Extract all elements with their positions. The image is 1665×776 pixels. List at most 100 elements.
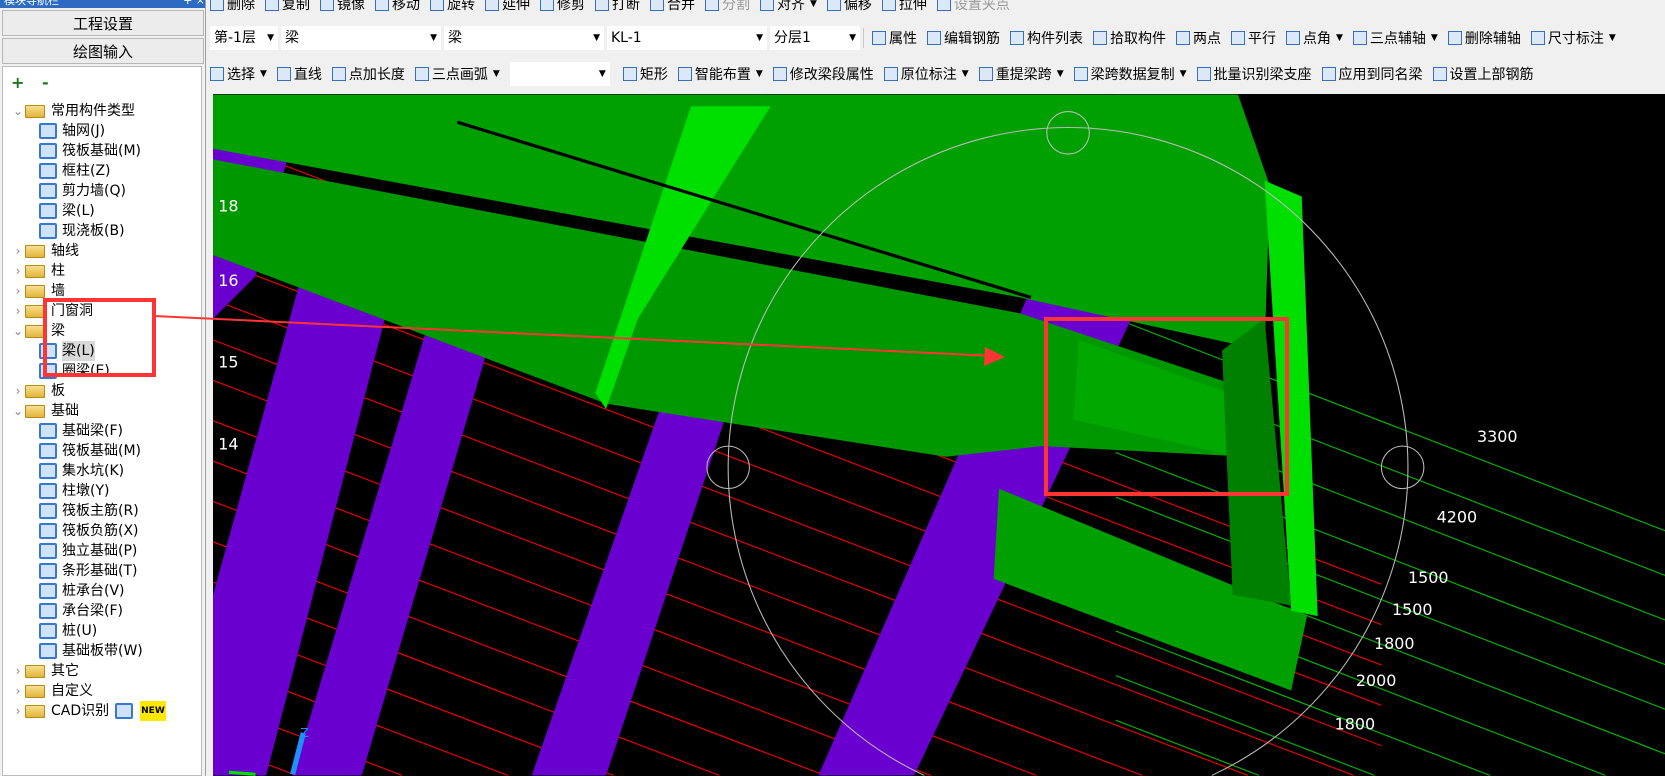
tree-item[interactable]: 圈梁(E) — [39, 361, 110, 381]
tree-item[interactable]: › CAD识别 NEW — [11, 701, 166, 721]
toolbar-button[interactable]: 原位标注 ▼ — [883, 64, 969, 84]
chevron-down-icon[interactable]: ⌄ — [11, 401, 25, 421]
toolbar-button[interactable]: 拾取构件 — [1093, 28, 1166, 48]
dropdown-arrow-icon[interactable]: ▼ — [260, 69, 267, 79]
toolbar-button[interactable]: 三点画弧 ▼ — [414, 64, 500, 84]
chevron-down-icon[interactable]: ⌄ — [11, 321, 25, 341]
toolbar-button[interactable]: 对齐 ▼ — [760, 0, 817, 14]
toolbar-button[interactable]: 直线 — [276, 64, 322, 84]
toolbar-button[interactable]: 复制 — [265, 0, 310, 14]
toolbar-button[interactable]: 构件列表 — [1010, 28, 1083, 48]
chevron-right-icon[interactable]: › — [11, 681, 25, 701]
component-select[interactable]: 第-1层 ▼ — [210, 26, 278, 50]
toolbar-button[interactable]: 两点 — [1176, 28, 1221, 48]
panel-pin-close[interactable]: + × — [183, 0, 205, 8]
component-select[interactable]: KL-1 ▼ — [607, 26, 767, 50]
dropdown-arrow-icon[interactable]: ▼ — [1057, 69, 1064, 79]
arc-mode-select[interactable]: ▼ — [509, 62, 610, 86]
tree-item[interactable]: 承台梁(F) — [39, 601, 123, 621]
toolbar-button[interactable]: ▼ — [509, 62, 613, 86]
tree-item[interactable]: 基础梁(F) — [39, 421, 123, 441]
tree-item[interactable]: › 板 — [11, 381, 65, 401]
toolbar-button[interactable]: 批量识别梁支座 — [1196, 64, 1312, 84]
component-select[interactable]: 梁 ▼ — [281, 26, 441, 50]
dropdown-arrow-icon[interactable]: ▼ — [1180, 69, 1187, 79]
toolbar-button[interactable]: 应用到同名梁 — [1321, 64, 1423, 84]
tree-item[interactable]: 剪力墙(Q) — [39, 181, 126, 201]
chevron-right-icon[interactable]: › — [11, 301, 25, 321]
toolbar-button[interactable]: 修剪 — [540, 0, 585, 14]
toolbar-button[interactable]: 点角 ▼ — [1286, 28, 1343, 48]
tree-item[interactable]: ⌄ 常用构件类型 — [11, 101, 135, 121]
dropdown-arrow-icon[interactable]: ▼ — [1336, 33, 1343, 43]
dropdown-arrow-icon[interactable]: ▼ — [1431, 33, 1438, 43]
tree-item[interactable]: ⌄ 基础 — [11, 401, 79, 421]
dropdown-arrow-icon[interactable]: ▼ — [810, 0, 817, 9]
tree-item[interactable]: 梁(L) — [39, 341, 95, 361]
expand-collapse-all-icon[interactable]: + - — [11, 73, 55, 92]
dropdown-arrow-icon[interactable]: ▼ — [1609, 33, 1616, 43]
tree-item[interactable]: › 轴线 — [11, 241, 79, 261]
tree-item[interactable]: 桩(U) — [39, 621, 97, 641]
3d-drawing-canvas[interactable]: 18 16 15 14 3300 4200 1500 1500 1800 200… — [213, 94, 1665, 776]
tree-item[interactable]: 框柱(Z) — [39, 161, 111, 181]
toolbar-button[interactable]: 分割 — [705, 0, 750, 14]
drawing-input-button[interactable]: 绘图输入 — [2, 38, 204, 64]
toolbar-button[interactable]: 设置夹点 — [936, 0, 1010, 14]
toolbar-button[interactable]: 拉伸 — [881, 0, 927, 14]
toolbar-button[interactable]: 镜像 — [320, 0, 365, 14]
toolbar-button[interactable]: 矩形 — [622, 64, 668, 84]
component-select[interactable]: 分层1 ▼ — [770, 26, 860, 50]
toolbar-button[interactable]: 修改梁段属性 — [772, 64, 874, 84]
project-settings-button[interactable]: 工程设置 — [2, 10, 204, 36]
tree-item[interactable]: 筏板基础(M) — [39, 441, 141, 461]
dropdown-arrow-icon[interactable]: ▼ — [756, 69, 763, 79]
tree-item[interactable]: › 墙 — [11, 281, 65, 301]
chevron-right-icon[interactable]: › — [11, 661, 25, 681]
dropdown-arrow-icon[interactable]: ▼ — [493, 69, 500, 79]
tree-item[interactable]: 独立基础(P) — [39, 541, 137, 561]
chevron-right-icon[interactable]: › — [11, 241, 25, 261]
tree-item[interactable]: › 门窗洞 — [11, 301, 93, 321]
toolbar-button[interactable]: 选择 ▼ — [210, 64, 267, 84]
chevron-right-icon[interactable]: › — [11, 261, 25, 281]
toolbar-button[interactable]: 梁跨数据复制 ▼ — [1073, 64, 1187, 84]
toolbar-button[interactable]: 三点辅轴 ▼ — [1352, 28, 1438, 48]
toolbar-button[interactable]: 重提梁跨 ▼ — [978, 64, 1064, 84]
component-select[interactable]: 梁 ▼ — [444, 26, 604, 50]
tree-item[interactable]: 筏板基础(M) — [39, 141, 141, 161]
chevron-right-icon[interactable]: › — [11, 281, 25, 301]
toolbar-button[interactable]: 打断 — [595, 0, 640, 14]
toolbar-button[interactable]: 智能布置 ▼ — [677, 64, 763, 84]
tree-item[interactable]: › 自定义 — [11, 681, 93, 701]
tree-item[interactable]: 条形基础(T) — [39, 561, 137, 581]
chevron-down-icon[interactable]: ⌄ — [11, 101, 25, 121]
chevron-right-icon[interactable]: › — [11, 701, 25, 721]
toolbar-button[interactable]: 旋转 — [430, 0, 475, 14]
toolbar-button[interactable]: 移动 — [375, 0, 420, 14]
tree-item[interactable]: 轴网(J) — [39, 121, 105, 141]
tree-item[interactable]: 筏板负筋(X) — [39, 521, 139, 541]
tree-item[interactable]: 基础板带(W) — [39, 641, 143, 661]
toolbar-button[interactable]: 点加长度 — [331, 64, 405, 84]
tree-item[interactable]: › 柱 — [11, 261, 65, 281]
toolbar-button[interactable]: 延伸 — [485, 0, 530, 14]
tree-item[interactable]: 柱墩(Y) — [39, 481, 109, 501]
tree-item[interactable]: 桩承台(V) — [39, 581, 125, 601]
toolbar-button[interactable]: 设置上部钢筋 — [1432, 64, 1534, 84]
toolbar-button[interactable]: 合并 — [650, 0, 695, 14]
tree-item[interactable]: 集水坑(K) — [39, 461, 124, 481]
toolbar-button[interactable]: 属性 — [872, 28, 917, 48]
toolbar-button[interactable]: 删除辅轴 — [1447, 28, 1521, 48]
tree-item[interactable]: ⌄ 梁 — [11, 321, 65, 341]
tree-item[interactable]: 梁(L) — [39, 201, 95, 221]
chevron-right-icon[interactable]: › — [11, 381, 25, 401]
toolbar-button[interactable]: 平行 — [1231, 28, 1276, 48]
toolbar-button[interactable]: 偏移 — [826, 0, 872, 14]
toolbar-button[interactable]: 编辑钢筋 — [927, 28, 1000, 48]
dropdown-arrow-icon[interactable]: ▼ — [962, 69, 969, 79]
tree-item[interactable]: › 其它 — [11, 661, 79, 681]
toolbar-button[interactable]: 尺寸标注 ▼ — [1530, 28, 1616, 48]
tree-item[interactable]: 筏板主筋(R) — [39, 501, 139, 521]
toolbar-button[interactable]: 删除 — [210, 0, 255, 14]
